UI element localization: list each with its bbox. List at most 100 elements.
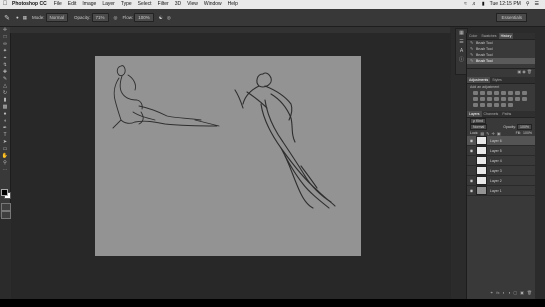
visibility-eye-icon[interactable]: ◉ [467,138,476,143]
brightness-contrast-icon[interactable] [473,91,478,95]
layer-row[interactable]: Layer 3 [467,166,535,176]
marquee-tool-icon[interactable]: □ [0,34,10,41]
history-brush-tool-icon[interactable]: ↻ [0,90,10,97]
battery-icon[interactable]: ▮ [482,0,485,9]
layer-name[interactable]: Layer 1 [490,189,502,193]
black-white-icon[interactable] [522,91,527,95]
search-icon[interactable]: ⚲ [526,0,530,9]
camera-icon[interactable]: ◉ [522,69,526,74]
vibrance-icon[interactable] [501,91,506,95]
eraser-tool-icon[interactable]: ▮ [0,97,10,104]
wifi-icon[interactable]: ≈ [464,0,467,9]
hand-tool-icon[interactable]: ✋ [0,153,10,160]
healing-tool-icon[interactable]: ✚ [0,69,10,76]
menu-view[interactable]: View [184,0,201,9]
posterize-icon[interactable] [501,97,506,101]
layer-row[interactable]: ◉ Layer 5 [467,146,535,156]
channel-mixer-icon[interactable] [480,97,485,101]
history-item-selected[interactable]: Brush Tool [467,58,535,64]
fill-field[interactable]: 100% [523,131,532,135]
layer-mask-icon[interactable]: ◐ [503,290,505,295]
menu-help[interactable]: Help [225,0,241,9]
foreground-color-swatch[interactable] [1,189,8,196]
levels-icon[interactable] [480,91,485,95]
apple-icon[interactable]:  [0,0,10,9]
adjustment-icon[interactable] [480,103,485,107]
menu-type[interactable]: Type [118,0,135,9]
visibility-eye-icon[interactable]: ◉ [467,148,476,153]
gradient-tool-icon[interactable]: ▩ [0,104,10,111]
dodge-tool-icon[interactable]: ◖ [0,118,10,125]
adjustment-icon[interactable] [473,103,478,107]
link-layers-icon[interactable]: ⚭ [490,290,493,295]
selective-color-icon[interactable] [522,97,527,101]
menu-file[interactable]: File [51,0,65,9]
brush-tool-icon[interactable]: ✎ [0,76,10,83]
tab-channels[interactable]: Channels [482,111,501,117]
menu-layer[interactable]: Layer [99,0,118,9]
layer-name[interactable]: Layer 6 [490,139,502,143]
app-name-menu[interactable]: Photoshop CC [10,0,51,9]
color-balance-icon[interactable] [515,91,520,95]
adjustment-icon[interactable] [501,103,506,107]
layer-name[interactable]: Layer 3 [490,169,502,173]
color-lookup-icon[interactable] [487,97,492,101]
move-tool-icon[interactable]: ✛ [0,27,10,34]
pressure-size-icon[interactable]: ◎ [167,15,171,21]
blend-mode-select[interactable]: Normal [470,124,488,130]
menu-window[interactable]: Window [201,0,225,9]
brush-tool-icon[interactable]: ✎ [0,14,14,22]
layer-name[interactable]: Layer 4 [490,159,502,163]
opacity-field[interactable]: 71% [91,13,109,22]
mode-select[interactable]: Normal [45,13,69,22]
tab-adjustments[interactable]: Adjustments [467,77,491,83]
menu-filter[interactable]: Filter [155,0,172,9]
quick-mask-icon[interactable] [1,203,11,211]
tab-history[interactable]: History [498,33,514,39]
workspace-switcher[interactable]: Essentials [496,13,527,22]
hue-saturation-icon[interactable] [508,91,513,95]
trash-icon[interactable]: 🗑 [527,69,532,74]
shape-tool-icon[interactable]: ▭ [0,146,10,153]
stamp-tool-icon[interactable]: △ [0,83,10,90]
tab-color[interactable]: Color [467,33,479,39]
brush-panel-icon[interactable]: ▦ [23,15,27,21]
menu-select[interactable]: Select [135,0,155,9]
more-tools-icon[interactable]: ⋯ [0,167,10,174]
brush-preset-icon[interactable]: ● [16,15,19,20]
path-select-tool-icon[interactable]: ➤ [0,139,10,146]
lasso-tool-icon[interactable]: ∞ [0,41,10,48]
layer-row[interactable]: ◉ Layer 1 [467,186,535,196]
airbrush-icon[interactable]: ☯ [159,15,163,21]
curves-icon[interactable] [487,91,492,95]
trash-icon[interactable]: 🗑 [527,290,532,295]
pen-tool-icon[interactable]: ✒ [0,125,10,132]
layer-row[interactable]: ◉ Layer 6 [467,136,535,146]
adjustment-icon[interactable] [494,103,499,107]
document-canvas[interactable] [95,56,361,256]
pressure-opacity-icon[interactable]: ◎ [114,15,118,21]
new-group-icon[interactable]: ▢ [513,290,517,295]
new-adjustment-layer-icon[interactable]: ◑ [508,290,510,295]
exposure-icon[interactable] [494,91,499,95]
gradient-map-icon[interactable] [515,97,520,101]
type-tool-icon[interactable]: T [0,132,10,139]
adjustment-icon[interactable] [508,103,513,107]
menu-3d[interactable]: 3D [172,0,184,9]
eyedropper-tool-icon[interactable]: ↯ [0,62,10,69]
flow-field[interactable]: 100% [134,13,154,22]
visibility-eye-icon[interactable]: ◉ [467,188,476,193]
layer-opacity-field[interactable]: 100% [517,124,532,130]
screen-mode-icon[interactable] [1,211,11,219]
layer-name[interactable]: Layer 5 [490,149,502,153]
photo-filter-icon[interactable] [473,97,478,101]
tab-layers[interactable]: Layers [467,111,482,117]
adjustment-icon[interactable] [487,103,492,107]
blur-tool-icon[interactable]: ● [0,111,10,118]
lock-position-icon[interactable]: ✛ [492,131,495,136]
new-snapshot-icon[interactable]: ▣ [517,69,521,74]
tab-swatches[interactable]: Swatches [479,33,498,39]
layer-name[interactable]: Layer 2 [490,179,502,183]
lock-transparency-icon[interactable]: ▦ [480,131,484,136]
volume-icon[interactable]: ♬ [472,0,477,9]
